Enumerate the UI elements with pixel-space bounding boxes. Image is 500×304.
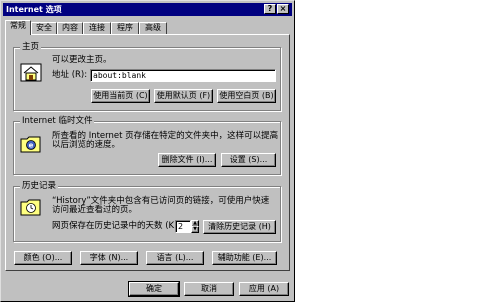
home-page-group-label: 主页 bbox=[20, 41, 42, 53]
title-bar[interactable]: Internet 选项 ? × bbox=[3, 3, 292, 16]
clear-history-button[interactable]: 清除历史记录 (H) bbox=[203, 220, 276, 234]
days-spinner[interactable]: ▲ ▼ bbox=[191, 220, 199, 233]
history-folder-icon bbox=[20, 199, 41, 216]
home-page-group: 主页 可以更改主页。 地址 (R): about:blank 使用当前页 (C)… bbox=[13, 41, 281, 111]
window-title: Internet 选项 bbox=[6, 5, 62, 14]
tab-label: 内容 bbox=[62, 23, 78, 32]
history-group: 历史记录 “History”文件夹中包含有已访问页的链接，可使用户快速 访问最近… bbox=[13, 180, 281, 242]
tab-general[interactable]: 常规 bbox=[5, 20, 31, 35]
accessibility-button[interactable]: 辅助功能 (E)... bbox=[212, 251, 277, 265]
tab-label: 程序 bbox=[117, 23, 133, 32]
help-icon: ? bbox=[267, 4, 273, 13]
history-group-label: 历史记录 bbox=[20, 180, 59, 192]
temp-desc-line2: 以后浏览的速度。 bbox=[52, 140, 121, 150]
tab-programs[interactable]: 程序 bbox=[111, 22, 139, 34]
home-description: 可以更改主页。 bbox=[52, 55, 112, 65]
apply-button[interactable]: 应用 (A) bbox=[239, 282, 289, 296]
use-blank-button[interactable]: 使用空白页 (B) bbox=[217, 89, 276, 103]
address-input[interactable]: about:blank bbox=[90, 69, 276, 82]
tab-label: 常规 bbox=[10, 21, 26, 30]
close-icon: × bbox=[279, 4, 287, 13]
tab-security[interactable]: 安全 bbox=[31, 22, 57, 34]
days-label: 网页保存在历史记录中的天数 (K): bbox=[52, 221, 181, 231]
history-desc-line2: 访问最近查看过的页。 bbox=[52, 205, 138, 215]
delete-files-button[interactable]: 删除文件 (I)... bbox=[158, 153, 216, 167]
tab-label: 高级 bbox=[145, 23, 161, 32]
house-icon bbox=[20, 63, 42, 82]
tab-connections[interactable]: 连接 bbox=[83, 22, 111, 34]
use-default-button[interactable]: 使用默认页 (F) bbox=[154, 89, 213, 103]
tab-label: 连接 bbox=[89, 23, 105, 32]
internet-options-dialog: Internet 选项 ? × 常规 安全 内容 连接 程序 高级 主页 可以更… bbox=[0, 0, 295, 302]
languages-button[interactable]: 语言 (L)... bbox=[146, 251, 204, 265]
temp-files-group: Internet 临时文件 e 所查看的 Internet 页存储在特定的文件夹… bbox=[13, 115, 281, 175]
tab-label: 安全 bbox=[36, 23, 52, 32]
colors-button[interactable]: 颜色 (O)... bbox=[14, 251, 72, 265]
use-current-button[interactable]: 使用当前页 (C) bbox=[91, 89, 150, 103]
tab-content[interactable]: 内容 bbox=[57, 22, 83, 34]
settings-button[interactable]: 设置 (S)... bbox=[221, 153, 276, 167]
spinner-down-icon[interactable]: ▼ bbox=[191, 226, 199, 233]
cancel-button[interactable]: 取消 bbox=[184, 282, 234, 296]
fonts-button[interactable]: 字体 (N)... bbox=[80, 251, 138, 265]
days-input[interactable]: 2 bbox=[175, 220, 191, 233]
svg-text:e: e bbox=[29, 142, 34, 150]
close-button[interactable]: × bbox=[277, 4, 289, 14]
temp-files-group-label: Internet 临时文件 bbox=[20, 115, 95, 127]
folder-ie-icon: e bbox=[20, 136, 41, 153]
ok-button[interactable]: 确定 bbox=[128, 281, 180, 297]
general-panel: 主页 可以更改主页。 地址 (R): about:blank 使用当前页 (C)… bbox=[5, 34, 290, 271]
address-label: 地址 (R): bbox=[52, 70, 88, 80]
tab-advanced[interactable]: 高级 bbox=[139, 22, 167, 34]
help-button[interactable]: ? bbox=[264, 4, 276, 14]
